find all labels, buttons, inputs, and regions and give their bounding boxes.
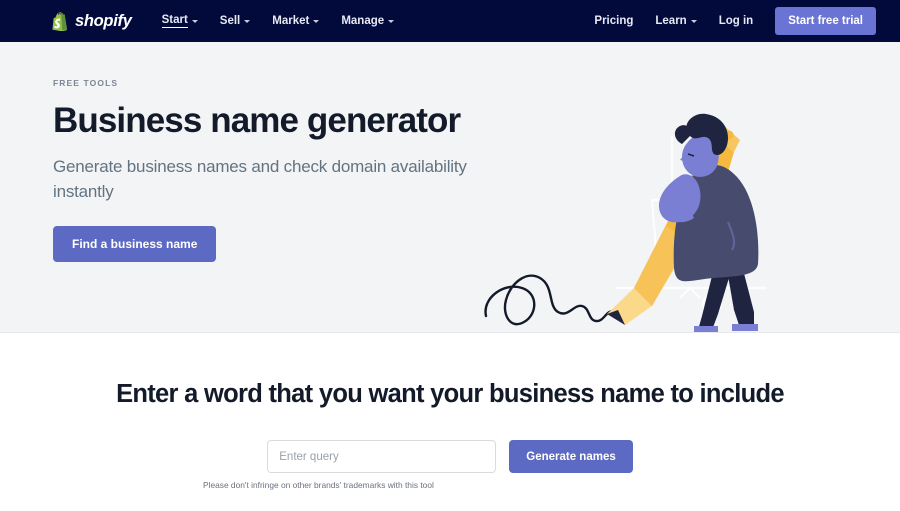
nav-item-pricing[interactable]: Pricing [594,15,633,27]
chevron-down-icon [388,20,395,23]
nav-item-start-label: Start [161,14,188,28]
shopify-wordmark: shopify [75,11,132,30]
top-navigation-bar: shopify Start Sell Market Manage Pricing… [0,0,900,42]
nav-item-learn-label: Learn [655,15,687,27]
shopify-bag-icon [52,11,69,31]
person-with-giant-pencil-illustration [466,92,796,332]
page-root: shopify Start Sell Market Manage Pricing… [0,0,900,511]
shopify-logo[interactable]: shopify [52,12,132,31]
hero-section: FREE TOOLS Business name generator Gener… [0,42,900,333]
nav-item-login[interactable]: Log in [719,15,754,27]
search-form: Generate names [0,440,900,473]
primary-nav: Start Sell Market Manage [161,14,395,28]
nav-item-sell[interactable]: Sell [219,15,251,27]
secondary-nav: Pricing Learn Log in Start free trial [594,7,876,35]
nav-item-market[interactable]: Market [272,15,320,27]
chevron-down-icon [313,20,320,23]
find-a-business-name-button[interactable]: Find a business name [53,225,217,262]
nav-item-manage-label: Manage [341,15,385,27]
nav-item-sell-label: Sell [219,15,241,27]
generate-names-button[interactable]: Generate names [509,440,633,473]
nav-item-pricing-label: Pricing [594,15,634,27]
start-free-trial-button[interactable]: Start free trial [775,7,876,35]
trademark-disclaimer: Please don't infringe on other brands' t… [203,480,434,490]
chevron-down-icon [244,20,251,23]
search-section: Enter a word that you want your business… [0,333,900,510]
nav-item-start[interactable]: Start [161,14,198,28]
chevron-down-icon [191,20,198,23]
page-title: Business name generator [53,101,461,140]
chevron-down-icon [690,20,697,23]
nav-item-market-label: Market [272,15,310,27]
nav-item-manage[interactable]: Manage [341,15,395,27]
hero-eyebrow: FREE TOOLS [53,78,119,88]
search-input[interactable] [267,440,497,473]
search-section-title: Enter a word that you want your business… [116,380,785,408]
nav-item-login-label: Log in [718,15,754,27]
hero-subtitle: Generate business names and check domain… [53,156,467,202]
hero-copy: FREE TOOLS Business name generator Gener… [53,78,483,262]
nav-item-learn[interactable]: Learn [655,15,697,27]
